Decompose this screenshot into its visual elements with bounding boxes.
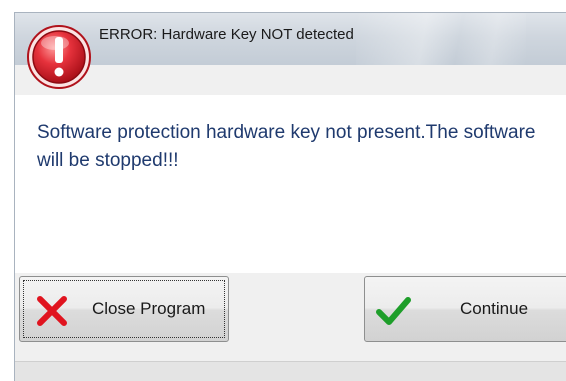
dialog-title: ERROR: Hardware Key NOT detected: [99, 26, 354, 43]
close-x-icon: [37, 296, 67, 326]
title-bar[interactable]: ERROR: Hardware Key NOT detected: [15, 13, 566, 65]
message-area: Software protection hardware key not pre…: [15, 95, 566, 273]
error-message: Software protection hardware key not pre…: [37, 122, 536, 171]
continue-button[interactable]: Continue: [364, 276, 566, 342]
screen: ERROR: Hardware Key NOT detected Softwar…: [0, 0, 566, 381]
button-bar: Close Program Continue: [15, 273, 566, 381]
error-icon: [27, 25, 91, 89]
close-program-label: Close Program: [92, 299, 206, 318]
close-program-button[interactable]: Close Program: [19, 276, 229, 342]
continue-label: Continue: [460, 299, 529, 318]
error-dialog: ERROR: Hardware Key NOT detected Softwar…: [14, 12, 566, 381]
checkmark-icon: [376, 297, 411, 325]
footer-strip: [15, 361, 566, 381]
